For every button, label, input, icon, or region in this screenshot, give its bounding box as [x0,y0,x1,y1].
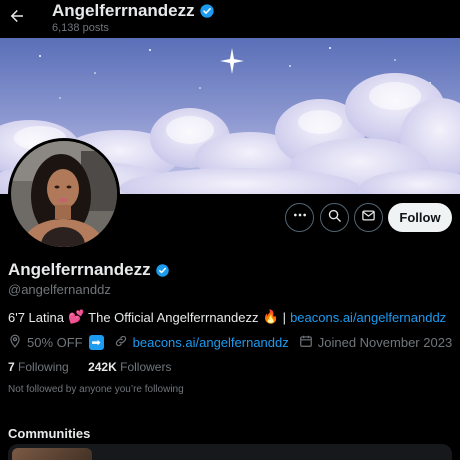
followers-link[interactable]: 242K Followers [88,360,171,374]
joined-item: Joined November 2023 [299,334,452,351]
calendar-icon [299,334,318,351]
location-text: 50% OFF [27,335,83,350]
message-button[interactable] [354,203,383,232]
following-label: Following [18,360,69,374]
communities-heading: Communities [8,426,91,441]
avatar[interactable] [8,138,120,250]
community-thumbnail [12,448,92,460]
verified-badge-icon[interactable] [155,263,170,278]
header-name-text: Angelferrnandezz [52,1,195,20]
profile-header: Angelferrnandezz 6,138 posts [0,0,460,38]
location-item: 50% OFF ➡ [8,334,104,351]
fire-emoji-icon: 🔥 [262,309,279,324]
follow-counts: 7 Following 242K Followers [8,360,171,374]
profile-handle: @angelfernanddz [8,282,111,297]
bio-prefix: 6'7 Latina [8,309,64,325]
followers-count: 242K [88,360,117,374]
bio-separator: | [282,309,287,325]
arrow-left-icon[interactable] [6,5,28,27]
header-display-name: Angelferrnandezz [52,1,215,21]
bio-link[interactable]: beacons.ai/angelfernanddz [290,310,446,325]
profile-name-text: Angelferrnandezz [8,260,151,279]
follow-button[interactable]: Follow [388,203,452,232]
profile-bio: 6'7 Latina 💕 The Official Angelferrnande… [8,309,446,325]
website-link[interactable]: beacons.ai/angelfernanddz [133,335,289,350]
profile-display-name: Angelferrnandezz [8,260,170,280]
website-item: beacons.ai/angelfernanddz [114,334,289,351]
bio-middle: The Official Angelferrnandezz [88,309,259,325]
community-card[interactable] [8,444,452,460]
following-link[interactable]: 7 Following [8,360,69,374]
more-button[interactable] [285,203,314,232]
location-pin-icon [8,334,27,351]
not-followed-text: Not followed by anyone you’re following [8,384,184,395]
right-arrow-emoji-icon: ➡ [88,335,104,350]
link-icon [114,334,133,351]
joined-text: Joined November 2023 [317,335,453,350]
following-count: 7 [8,360,15,374]
followers-label: Followers [120,360,172,374]
more-icon [292,207,308,228]
profile-meta: 50% OFF ➡ beacons.ai/angelfernanddz Join… [8,334,460,351]
search-button[interactable] [320,203,349,232]
post-count: 6,138 posts [52,22,109,34]
verified-badge-icon [199,3,215,19]
heart-emoji-icon: 💕 [67,309,85,324]
search-icon [327,208,342,228]
envelope-icon [361,208,376,228]
